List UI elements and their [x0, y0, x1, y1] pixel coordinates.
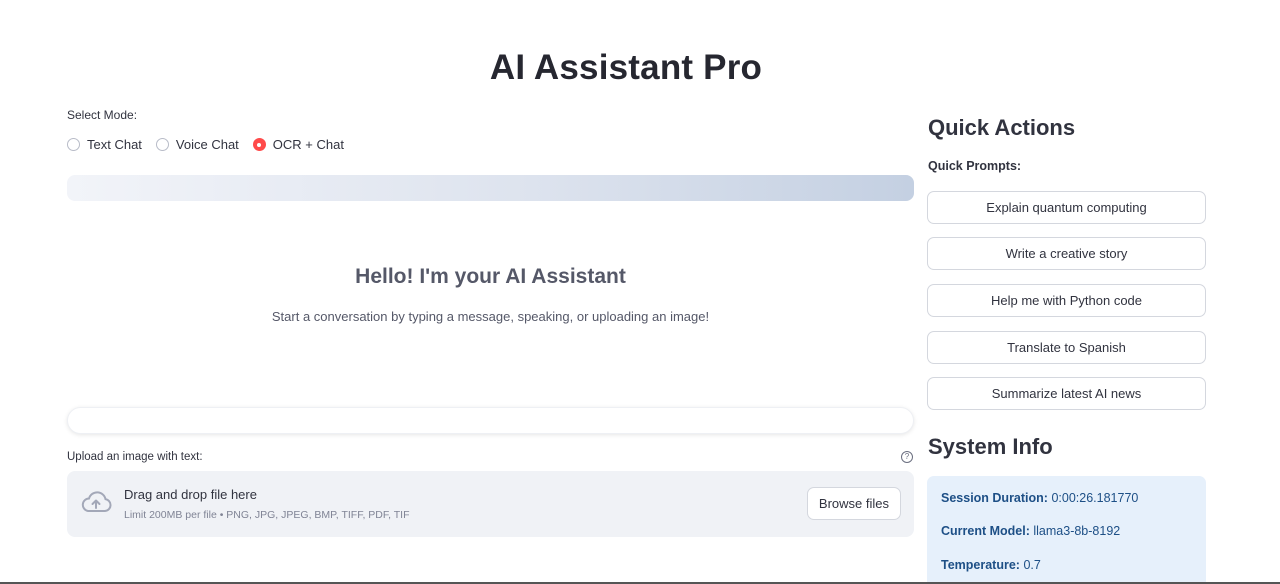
- quick-actions-title: Quick Actions: [928, 115, 1076, 140]
- file-dropzone[interactable]: Drag and drop file here Limit 200MB per …: [67, 471, 914, 537]
- system-info-panel: Session Duration: 0:00:26.181770 Current…: [927, 476, 1206, 584]
- mode-option-text-chat[interactable]: Text Chat: [67, 137, 142, 152]
- temperature-label: Temperature:: [941, 558, 1020, 572]
- current-model-value: llama3-8b-8192: [1033, 524, 1121, 538]
- session-duration-label: Session Duration:: [941, 491, 1048, 505]
- session-duration: Session Duration: 0:00:26.181770: [941, 491, 1138, 505]
- dropzone-text: Drag and drop file here: [124, 487, 257, 502]
- quick-prompt-button[interactable]: Write a creative story: [927, 237, 1206, 270]
- cloud-upload-icon: [81, 491, 112, 512]
- quick-prompt-button[interactable]: Explain quantum computing: [927, 191, 1206, 224]
- current-model-label: Current Model:: [941, 524, 1030, 538]
- browse-files-button[interactable]: Browse files: [806, 487, 901, 520]
- dropzone-limits: Limit 200MB per file • PNG, JPG, JPEG, B…: [124, 509, 410, 521]
- header-banner: [67, 175, 914, 201]
- session-duration-value: 0:00:26.181770: [1051, 491, 1139, 505]
- mode-radio-group: Text Chat Voice Chat OCR + Chat: [67, 137, 344, 152]
- radio-button[interactable]: [67, 138, 80, 151]
- mode-option-ocr-chat[interactable]: OCR + Chat: [252, 137, 344, 152]
- temperature: Temperature: 0.7: [941, 558, 1041, 572]
- mode-option-voice-chat[interactable]: Voice Chat: [155, 137, 239, 152]
- quick-prompts-label: Quick Prompts:: [928, 159, 1022, 173]
- radio-button-selected[interactable]: [252, 138, 266, 151]
- mode-option-label: Text Chat: [87, 137, 142, 152]
- question-circle-icon[interactable]: ?: [901, 451, 913, 463]
- quick-prompt-button[interactable]: Help me with Python code: [927, 284, 1206, 317]
- upload-label: Upload an image with text:: [67, 451, 203, 463]
- mode-option-label: OCR + Chat: [272, 137, 344, 152]
- mode-option-label: Voice Chat: [175, 137, 239, 152]
- page-title: AI Assistant Pro: [489, 48, 763, 87]
- chat-input[interactable]: [67, 407, 914, 434]
- radio-button[interactable]: [155, 138, 169, 151]
- welcome-title: Hello! I'm your AI Assistant: [355, 265, 626, 288]
- quick-prompt-button[interactable]: Summarize latest AI news: [927, 377, 1206, 410]
- current-model: Current Model: llama3-8b-8192: [941, 524, 1120, 538]
- mode-label: Select Mode:: [67, 108, 138, 122]
- welcome-subtitle: Start a conversation by typing a message…: [271, 309, 710, 324]
- quick-prompt-button[interactable]: Translate to Spanish: [927, 331, 1206, 364]
- temperature-value: 0.7: [1023, 558, 1041, 572]
- system-info-title: System Info: [928, 434, 1053, 459]
